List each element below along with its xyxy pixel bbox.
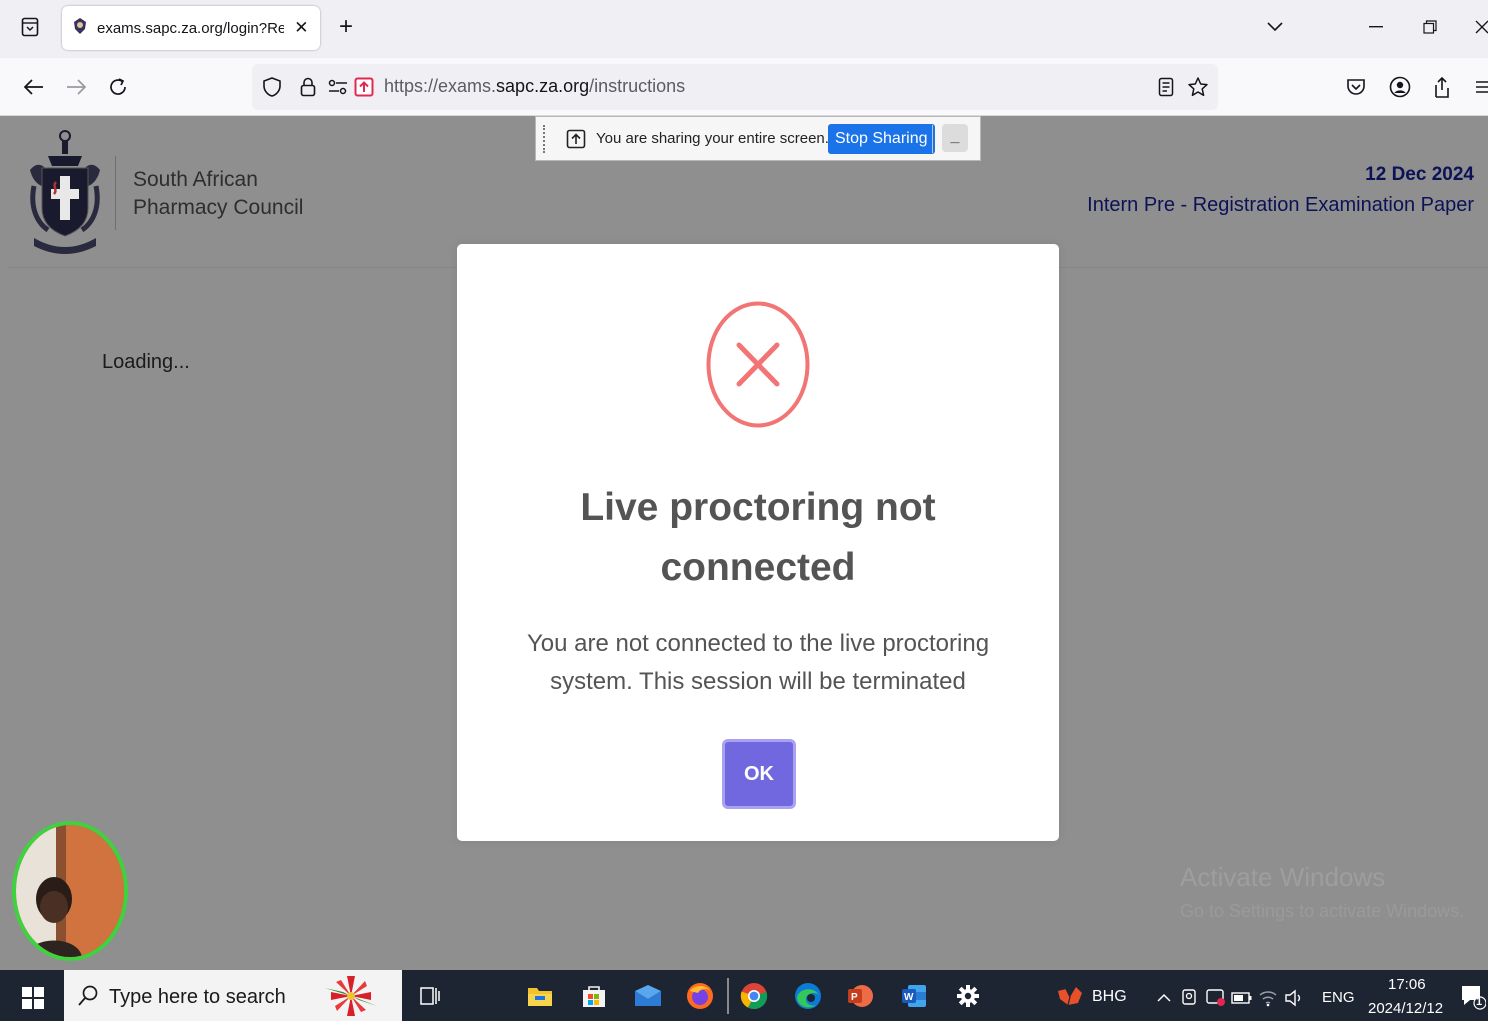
input-language[interactable]: ENG [1322, 989, 1355, 1006]
lock-icon[interactable] [296, 75, 320, 99]
tab-close-icon[interactable]: ✕ [293, 18, 310, 38]
exam-date: 12 Dec 2024 [1365, 164, 1474, 185]
screen-share-indicator-icon[interactable] [352, 75, 376, 99]
loading-text: Loading... [102, 351, 190, 373]
webcam-preview[interactable] [12, 821, 128, 961]
exam-title: Intern Pre - Registration Examination Pa… [1087, 194, 1474, 216]
error-dialog: Live proctoring not connected You are no… [457, 244, 1059, 841]
screen-capture-icon[interactable] [1202, 984, 1230, 1012]
firefox-icon[interactable] [686, 982, 714, 1010]
url-path: /instructions [589, 76, 686, 96]
reader-view-icon[interactable] [1154, 75, 1178, 99]
chevron-down-icon[interactable] [1264, 16, 1286, 38]
share-upload-icon [566, 129, 586, 149]
chevron-up-icon[interactable] [1150, 984, 1178, 1012]
address-bar[interactable]: https://exams.sapc.za.org/instructions [252, 64, 1218, 110]
notification-count: 1 [1476, 996, 1483, 1008]
notification-icon[interactable]: 1 [1458, 982, 1486, 1010]
taskbar-active-indicator [727, 978, 729, 1014]
mail-icon[interactable] [634, 982, 662, 1010]
windows-taskbar: Type here to search P W BHG ENG 17:06 20… [0, 970, 1488, 1021]
tab-title: exams.sapc.za.org/login?ReturnUrl=%2Fins… [97, 19, 284, 37]
wifi-icon[interactable] [1254, 984, 1282, 1012]
activate-windows-subtitle: Go to Settings to activate Windows. [1180, 901, 1465, 921]
screen-sharing-bar: You are sharing your entire screen. Stop… [535, 116, 981, 161]
shield-icon[interactable] [260, 75, 284, 99]
file-explorer-icon[interactable] [526, 982, 554, 1010]
windows-start-icon[interactable] [22, 987, 44, 1009]
taskbar-search-box[interactable]: Type here to search [64, 970, 402, 1021]
task-view-icon[interactable] [416, 982, 444, 1010]
new-tab-button[interactable]: + [334, 13, 358, 41]
weather-icon[interactable] [1056, 982, 1084, 1010]
window-restore-button[interactable] [1418, 14, 1442, 40]
webcam-image [16, 825, 124, 957]
pocket-icon[interactable] [1344, 75, 1368, 99]
error-x-icon [706, 301, 810, 428]
window-minimize-button[interactable] [1364, 14, 1388, 40]
hide-sharing-bar-button[interactable]: _ [942, 124, 968, 152]
clock-time[interactable]: 17:06 [1388, 976, 1426, 993]
forward-arrow-icon[interactable] [64, 75, 88, 99]
dialog-title-line1: Live proctoring not [580, 486, 936, 529]
poinsettia-icon[interactable] [318, 974, 384, 1018]
org-name-line1: South African [133, 168, 258, 191]
sharing-message: You are sharing your entire screen. [596, 130, 829, 147]
microsoft-store-icon[interactable] [580, 982, 608, 1010]
powerpoint-icon[interactable]: P [846, 982, 874, 1010]
weather-label[interactable]: BHG [1092, 988, 1127, 1006]
dialog-message: You are not connected to the live procto… [457, 625, 1059, 701]
reload-icon[interactable] [106, 75, 130, 99]
browser-tab-bar: exams.sapc.za.org/login?ReturnUrl=%2Fins… [0, 0, 1488, 58]
browser-nav-bar: https://exams.sapc.za.org/instructions [0, 58, 1488, 116]
organization-name: South African Pharmacy Council [133, 166, 303, 222]
share-bar-divider [932, 125, 933, 153]
url-text[interactable]: https://exams.sapc.za.org/instructions [384, 76, 685, 97]
org-name-line2: Pharmacy Council [133, 196, 304, 219]
sapc-crest-logo [26, 126, 104, 258]
site-favicon-icon [72, 17, 88, 40]
chrome-icon[interactable] [740, 982, 768, 1010]
extensions-icon[interactable] [1430, 75, 1454, 99]
edge-icon[interactable] [794, 982, 822, 1010]
dialog-message-line2: system. This session will be terminated [550, 668, 966, 695]
account-icon[interactable] [1388, 75, 1412, 99]
clock-date[interactable]: 2024/12/12 [1368, 1000, 1443, 1017]
search-icon [78, 985, 98, 1007]
drag-handle-icon[interactable] [543, 125, 547, 153]
volume-icon[interactable] [1280, 984, 1308, 1012]
browser-tab-active[interactable]: exams.sapc.za.org/login?ReturnUrl=%2Fins… [62, 6, 320, 50]
activate-windows-title: Activate Windows [1180, 862, 1386, 892]
tab-list-icon[interactable] [18, 14, 42, 40]
battery-icon[interactable] [1228, 984, 1256, 1012]
word-icon[interactable]: W [900, 982, 928, 1010]
meet-now-icon[interactable] [1176, 984, 1204, 1012]
settings-gear-icon[interactable] [954, 982, 982, 1010]
menu-icon[interactable] [1472, 75, 1488, 99]
logo-divider [115, 156, 116, 230]
permissions-icon[interactable] [326, 75, 350, 99]
bookmark-star-icon[interactable] [1186, 75, 1210, 99]
stop-sharing-button[interactable]: Stop Sharing [828, 124, 935, 154]
window-close-button[interactable] [1470, 14, 1488, 40]
svg-text:W: W [904, 992, 914, 1003]
back-arrow-icon[interactable] [22, 75, 46, 99]
url-prefix: https://exams. [384, 76, 497, 96]
dialog-message-line1: You are not connected to the live procto… [526, 630, 990, 657]
search-placeholder: Type here to search [109, 986, 286, 1008]
ok-button[interactable]: OK [722, 739, 796, 809]
dialog-title-line2: connected [660, 546, 856, 589]
url-domain: sapc.za.org [496, 76, 590, 96]
dialog-title: Live proctoring not connected [457, 478, 1059, 598]
svg-text:P: P [851, 992, 858, 1003]
